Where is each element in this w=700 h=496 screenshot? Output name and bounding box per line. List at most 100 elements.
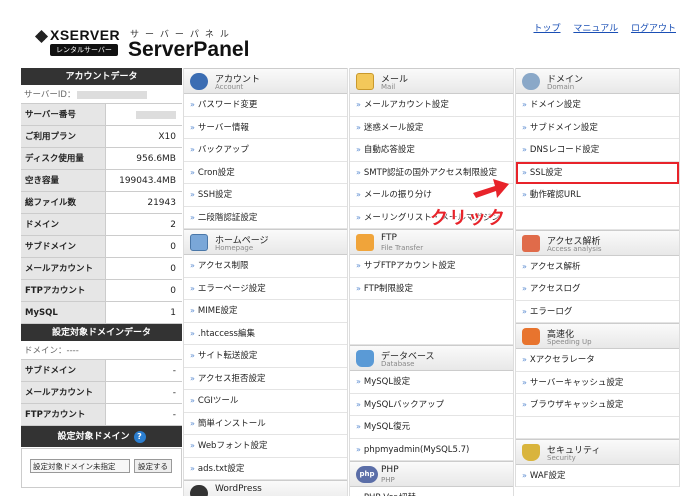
menu-item-access[interactable]: » エラーログ: [516, 301, 679, 323]
domain-spacer: [516, 207, 679, 230]
menu-item-homepage[interactable]: » Webフォント設定: [184, 435, 347, 458]
menu-item-account[interactable]: » 二段階認証設定: [184, 207, 347, 229]
menu-item-homepage[interactable]: » 簡単インストール: [184, 413, 347, 435]
menu-item-label: エラーページ設定: [197, 283, 266, 294]
homepage-icon: [190, 234, 208, 251]
arrow-icon: »: [356, 422, 361, 431]
php-icon: php: [356, 466, 378, 483]
row-label: ドメイン: [21, 214, 106, 235]
header: XSERVER レンタルサーバー サーバーパネル ServerPanel トップ…: [0, 0, 700, 66]
menu-item-label: MySQL復元: [363, 422, 411, 432]
menu-item-mail[interactable]: » 迷惑メール設定: [350, 117, 513, 139]
menu-item-account[interactable]: » バックアップ: [184, 139, 347, 162]
row-value: -: [172, 366, 176, 376]
menu-item-label: サイト転送設定: [197, 351, 258, 361]
row-label: 空き容量: [21, 170, 106, 191]
menu-item-domain[interactable]: » サブドメイン設定: [516, 117, 679, 139]
manual-link[interactable]: マニュアル: [573, 24, 618, 34]
mail-icon: [356, 73, 374, 90]
folder-icon: [356, 234, 374, 251]
arrow-icon: »: [522, 167, 527, 177]
menu-item-database[interactable]: » phpmyadmin(MySQL5.7): [350, 439, 513, 461]
account-data-row: ご利用プラン X10: [21, 126, 182, 148]
menu-item-access[interactable]: » アクセスログ: [516, 278, 679, 301]
row-label: サブドメイン: [21, 236, 106, 257]
domain-menu: » ドメイン設定» サブドメイン設定» DNSレコード設定» SSL設定» 動作確認URL: [516, 94, 679, 207]
menu-item-speed[interactable]: » ブラウザキャッシュ設定: [516, 394, 679, 417]
menu-item-homepage[interactable]: » サイト転送設定: [184, 345, 347, 368]
row-label: メールアカウント: [21, 382, 106, 403]
menu-item-homepage[interactable]: » CGIツール: [184, 390, 347, 413]
menu-item-homepage[interactable]: » アクセス制限: [184, 255, 347, 278]
menu-item-mail[interactable]: » 自動応答設定: [350, 139, 513, 162]
account-data-row: 総ファイル数 21943: [21, 192, 182, 214]
redacted-value: [77, 90, 148, 99]
row-value: X10: [158, 132, 176, 142]
menu-item-homepage[interactable]: » .htaccess編集: [184, 323, 347, 345]
set-domain-button[interactable]: 設定する: [134, 459, 172, 473]
arrow-icon: »: [356, 444, 361, 454]
menu-item-security[interactable]: » WAF設定: [516, 465, 679, 487]
menu-item-ftp[interactable]: » FTP制限設定: [350, 278, 513, 300]
menu-item-homepage[interactable]: » ads.txt設定: [184, 458, 347, 480]
menu-item-mail[interactable]: » メールアカウント設定: [350, 94, 513, 117]
section-database: データベース Database: [350, 345, 513, 371]
menu-item-domain[interactable]: » 動作確認URL: [516, 184, 679, 207]
section-account: アカウント Account: [184, 68, 347, 94]
ftp-menu: » サブFTPアカウント設定» FTP制限設定: [350, 255, 513, 300]
menu-item-homepage[interactable]: » アクセス拒否設定: [184, 368, 347, 390]
logo-text[interactable]: XSERVER: [50, 27, 120, 43]
account-menu: » パスワード変更» サーバー情報» バックアップ» Cron設定» SSH設定» 二段階認…: [184, 94, 347, 229]
menu-item-account[interactable]: » Cron設定: [184, 162, 347, 184]
logout-link[interactable]: ログアウト: [631, 24, 676, 34]
wordpress-icon: [190, 485, 208, 496]
menu-item-account[interactable]: » パスワード変更: [184, 94, 347, 117]
menu-item-label: ブラウザキャッシュ設定: [529, 400, 624, 410]
menu-item-homepage[interactable]: » MIME設定: [184, 300, 347, 323]
menu-item-label: .htaccess編集: [197, 328, 255, 339]
arrow-icon: »: [356, 283, 361, 293]
database-icon: [356, 350, 374, 367]
speed-spacer: [516, 417, 679, 439]
menu-item-database[interactable]: » MySQL復元: [350, 416, 513, 439]
section-title: FTP: [381, 233, 397, 243]
account-data-row: メールアカウント 0: [21, 258, 182, 280]
menu-item-database[interactable]: » MySQLバックアップ: [350, 394, 513, 416]
menu-item-database[interactable]: » MySQL設定: [350, 371, 513, 394]
menu-item-php[interactable]: »PHP Ver.切替: [350, 487, 513, 496]
arrow-icon: »: [356, 167, 361, 177]
menu-item-label: FTP制限設定: [363, 283, 413, 294]
help-icon[interactable]: ?: [133, 431, 146, 443]
chart-icon: [522, 234, 540, 252]
menu-item-homepage[interactable]: » エラーページ設定: [184, 278, 347, 300]
menu-item-speed[interactable]: » Xアクセラレータ: [516, 349, 679, 372]
account-data-row: MySQL 1: [21, 302, 182, 324]
menu-item-label: アクセス拒否設定: [197, 373, 266, 384]
top-link[interactable]: トップ: [533, 24, 560, 34]
arrow-icon: »: [522, 122, 527, 132]
row-value: -: [172, 388, 176, 398]
section-subtitle: PHP: [381, 476, 395, 484]
top-links: トップ マニュアル ログアウト: [523, 21, 676, 34]
menu-item-access[interactable]: » アクセス解析: [516, 256, 679, 278]
menu-item-domain[interactable]: » DNSレコード設定: [516, 139, 679, 162]
arrow-icon: »: [190, 190, 195, 199]
menu-item-domain[interactable]: » ドメイン設定: [516, 94, 679, 117]
arrow-icon: »: [356, 261, 361, 270]
menu-item-label: エラーログ: [529, 306, 573, 317]
domain-select-row: 設定対象ドメイン未指定 設定する: [21, 448, 182, 488]
menu-item-domain[interactable]: » SSL設定: [516, 161, 679, 184]
arrow-icon: »: [190, 396, 195, 405]
menu-item-label: SSL設定: [529, 167, 563, 178]
domain-data-row: サブドメイン -: [21, 360, 182, 382]
section-ftp: FTP File Transfer: [350, 229, 513, 255]
menu-item-account[interactable]: » サーバー情報: [184, 117, 347, 139]
row-label: サブドメイン: [21, 360, 106, 381]
server-id-row: サーバーID：: [21, 86, 182, 104]
domain-select[interactable]: 設定対象ドメイン未指定: [30, 459, 130, 473]
menu-item-speed[interactable]: » サーバーキャッシュ設定: [516, 372, 679, 394]
menu-item-ftp[interactable]: » サブFTPアカウント設定: [350, 255, 513, 278]
arrow-icon: »: [522, 377, 527, 387]
row-value: 0: [170, 242, 176, 252]
menu-item-account[interactable]: » SSH設定: [184, 184, 347, 207]
